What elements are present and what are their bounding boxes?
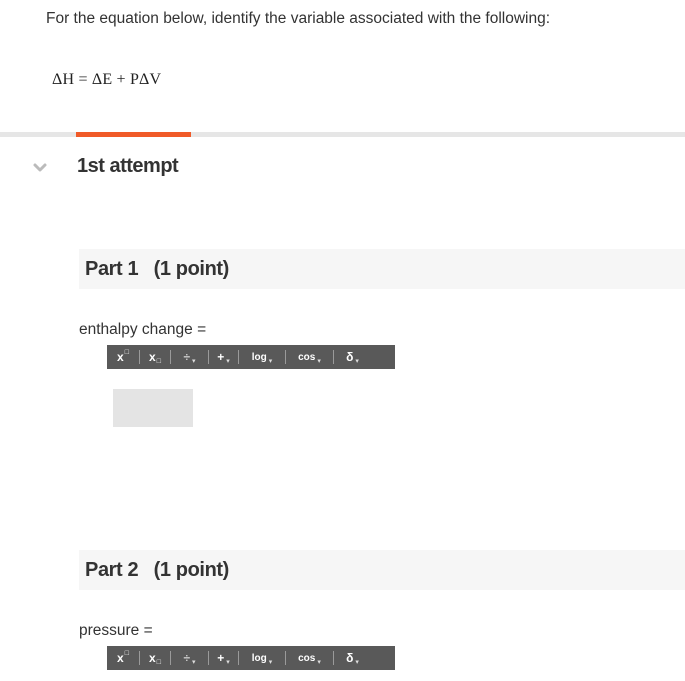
operators-button[interactable]: + ▾ — [209, 646, 238, 670]
greek-label: δ — [346, 651, 354, 665]
part-2-prompt: pressure = — [79, 622, 153, 639]
active-tab-indicator — [76, 132, 191, 137]
greek-label: δ — [346, 350, 354, 364]
greek-button[interactable]: δ ▾ — [334, 345, 371, 369]
superscript-button[interactable]: x □ — [107, 345, 139, 369]
trig-label: cos — [298, 351, 316, 363]
equation: ΔH = ΔE + PΔV — [52, 71, 162, 88]
part-2-label: Part 2 (1 point) — [85, 559, 229, 581]
log-button[interactable]: log ▾ — [239, 345, 285, 369]
operators-button[interactable]: + ▾ — [209, 345, 238, 369]
operators-label: + — [217, 350, 225, 364]
caret-icon: ▾ — [268, 358, 273, 365]
trig-label: cos — [298, 652, 316, 664]
superscript-label: x — [117, 350, 124, 364]
caret-icon: ▾ — [226, 659, 230, 666]
caret-icon: ▾ — [268, 659, 273, 666]
greek-button[interactable]: δ ▾ — [334, 646, 371, 670]
superscript-button[interactable]: x □ — [107, 646, 139, 670]
operators-label: + — [217, 651, 225, 665]
trig-button[interactable]: cos ▾ — [286, 646, 333, 670]
part-1-label: Part 1 (1 point) — [85, 258, 229, 280]
part-1-prompt: enthalpy change = — [79, 321, 207, 338]
superscript-label: x — [117, 651, 124, 665]
caret-icon: ▾ — [355, 659, 359, 666]
fraction-label: ÷ — [183, 651, 191, 665]
superscript-box: □ — [124, 348, 129, 356]
subscript-box: □ — [156, 658, 161, 666]
caret-icon: ▾ — [317, 358, 321, 365]
log-label: log — [251, 351, 267, 363]
question-text: For the equation below, identify the var… — [46, 10, 551, 27]
caret-icon: ▾ — [192, 358, 196, 365]
caret-icon: ▾ — [317, 659, 321, 666]
caret-icon: ▾ — [355, 358, 359, 365]
superscript-box: □ — [124, 649, 129, 657]
fraction-button[interactable]: ÷ ▾ — [171, 345, 208, 369]
caret-icon: ▾ — [192, 659, 196, 666]
chevron-down-icon[interactable] — [32, 161, 48, 175]
log-button[interactable]: log ▾ — [239, 646, 285, 670]
math-toolbar-part-1: x □ x □ ÷ ▾ + ▾ log ▾ cos ▾ δ ▾ — [107, 345, 395, 369]
subscript-label: x — [149, 651, 156, 665]
caret-icon: ▾ — [226, 358, 230, 365]
trig-button[interactable]: cos ▾ — [286, 345, 333, 369]
subscript-label: x — [149, 350, 156, 364]
fraction-button[interactable]: ÷ ▾ — [171, 646, 208, 670]
answer-input-part-1[interactable] — [113, 389, 193, 427]
part-1-header: Part 1 (1 point) — [79, 249, 685, 289]
fraction-label: ÷ — [183, 350, 191, 364]
part-2-header: Part 2 (1 point) — [79, 550, 685, 590]
math-toolbar-part-2: x □ x □ ÷ ▾ + ▾ log ▾ cos ▾ δ ▾ — [107, 646, 395, 670]
subscript-button[interactable]: x □ — [140, 646, 170, 670]
attempt-title: 1st attempt — [77, 155, 179, 177]
subscript-button[interactable]: x □ — [140, 345, 170, 369]
subscript-box: □ — [156, 357, 161, 365]
log-label: log — [251, 652, 267, 664]
